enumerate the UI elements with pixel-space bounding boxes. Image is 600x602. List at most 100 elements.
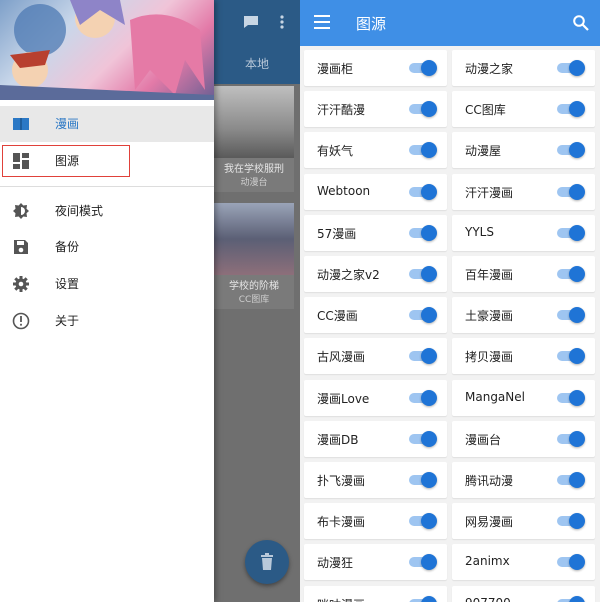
source-name: CC图库 [465,103,506,118]
source-toggle[interactable] [557,224,585,241]
source-name: 漫画Love [317,391,370,406]
source-card: 动漫屋 [452,132,595,169]
background-comic-card: 我在学校服刑 动漫台 [214,86,294,192]
drawer-item-night-mode[interactable]: 夜间模式 [0,193,214,229]
source-card: 动漫之家 [452,50,595,86]
menu-icon[interactable] [314,15,330,29]
source-toggle[interactable] [409,101,437,118]
source-name: 咪咕漫画 [317,596,365,602]
source-name: 漫画台 [465,432,502,447]
source-card: 腾讯动漫 [452,462,595,498]
source-toggle[interactable] [409,307,437,324]
source-toggle[interactable] [409,224,437,241]
source-card: CC漫画 [304,297,447,334]
page-title: 图源 [356,15,387,33]
drawer-divider [0,186,214,187]
source-toggle[interactable] [409,348,437,365]
comic-source: CC图库 [238,295,270,305]
comic-cover [214,203,294,275]
source-name: 有妖气 [317,144,354,159]
source-card: 动漫狂 [304,544,447,581]
drawer-item-label: 备份 [55,240,80,254]
more-vert-icon [280,14,284,33]
source-name: Webtoon [317,183,371,198]
source-card: 拷贝漫画 [452,338,595,375]
source-toggle[interactable] [409,513,437,530]
source-toggle[interactable] [557,554,585,571]
source-toggle[interactable] [409,430,437,447]
comic-title: 我在学校服刑 [224,164,284,175]
source-card: 漫画Love [304,379,447,416]
source-card: Webtoon [304,173,447,210]
source-toggle[interactable] [557,101,585,118]
drawer-item-backup[interactable]: 备份 [0,229,214,265]
source-card: 布卡漫画 [304,503,447,540]
source-toggle[interactable] [409,389,437,406]
source-name: 动漫狂 [317,556,354,571]
background-comic-card: 学校的阶梯 CC图库 [214,203,294,309]
source-name: 网易漫画 [465,515,514,530]
drawer-item-settings[interactable]: 设置 [0,266,214,302]
source-name: YYLS [465,224,494,239]
source-name: 汗汗漫画 [465,185,514,200]
brightness-icon [12,202,30,220]
source-name: 漫画柜 [317,62,354,76]
comic-title: 学校的阶梯 [229,281,279,292]
source-card: 汗汗酷漫 [304,91,447,128]
source-toggle[interactable] [409,554,437,571]
source-name: 拷贝漫画 [465,350,514,365]
drawer-item-label: 夜间模式 [55,204,104,218]
save-icon [12,238,30,256]
drawer-item-comics[interactable]: 漫画 [0,106,214,142]
source-toggle[interactable] [409,595,437,602]
search-icon[interactable] [572,14,590,32]
source-toggle[interactable] [557,430,585,447]
source-card: 漫画台 [452,420,595,457]
source-toggle[interactable] [557,183,585,200]
source-toggle[interactable] [409,142,437,159]
comic-cover [214,86,294,158]
source-name: 907700 [465,596,511,602]
gear-icon [12,275,30,293]
highlight-box [2,145,130,177]
source-card: 2animx [452,544,595,581]
source-card: 咪咕漫画 [304,585,447,602]
source-toggle[interactable] [557,389,585,406]
source-card: YYLS [452,214,595,251]
trash-icon [261,553,273,570]
source-card: 907700 [452,585,595,602]
source-toggle[interactable] [409,472,437,488]
source-toggle[interactable] [557,348,585,365]
source-card: 漫画柜 [304,50,447,86]
source-card: CC图库 [452,91,595,128]
source-name: 布卡漫画 [317,515,366,530]
source-toggle[interactable] [557,513,585,530]
source-toggle[interactable] [557,595,585,602]
right-screen: 图源 漫画柜 汗汗酷漫 有妖气 Webtoon 57漫画 动漫之家v2 CC漫画 古风漫画 漫画… [300,0,600,602]
source-toggle[interactable] [557,266,585,282]
source-toggle[interactable] [557,60,585,76]
source-name: 土豪漫画 [465,309,514,324]
book-icon [12,115,30,133]
source-name: 汗汗酷漫 [317,103,366,118]
source-toggle[interactable] [557,142,585,159]
source-name: 腾讯动漫 [465,474,514,488]
source-name: 动漫屋 [465,144,502,159]
source-card: 动漫之家v2 [304,256,447,292]
chat-icon [243,14,259,33]
delete-fab [245,540,289,584]
source-toggle[interactable] [409,60,437,76]
source-name: 百年漫画 [465,268,514,282]
drawer-item-label: 设置 [55,277,80,291]
navigation-drawer: 漫画 图源 夜间模式 备份 设置 关于 [0,0,214,602]
source-toggle[interactable] [409,183,437,200]
tab-local: 本地 [214,46,300,84]
source-card: 汗汗漫画 [452,173,595,210]
drawer-item-label: 漫画 [55,117,80,131]
drawer-item-about[interactable]: 关于 [0,303,214,339]
source-card: MangaNel [452,379,595,416]
source-toggle[interactable] [409,266,437,282]
source-card: 网易漫画 [452,503,595,540]
source-toggle[interactable] [557,307,585,324]
source-toggle[interactable] [557,472,585,488]
